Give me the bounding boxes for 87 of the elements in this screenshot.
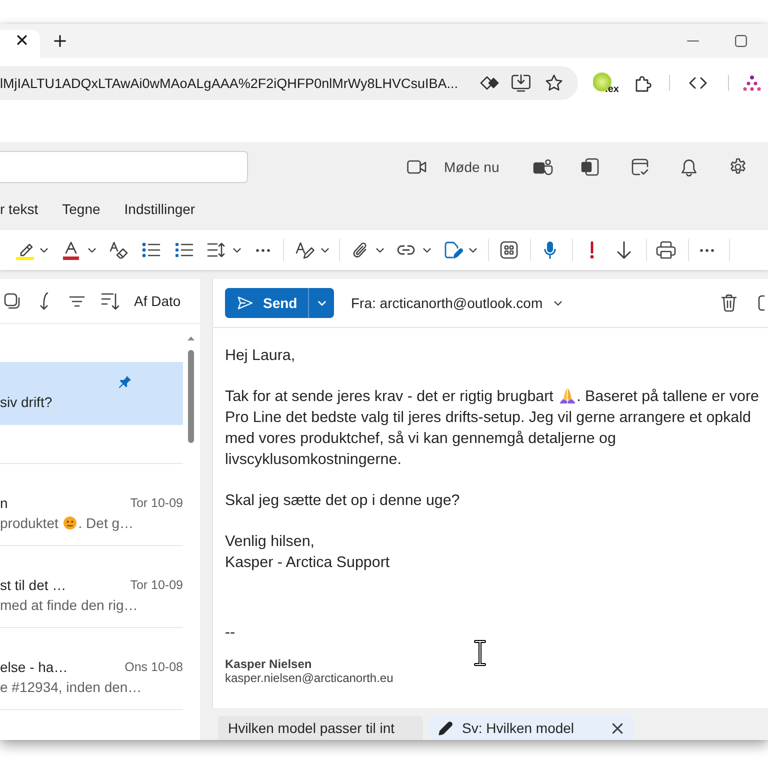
text-style-icon[interactable] (294, 241, 314, 259)
numbered-list-icon[interactable] (175, 242, 193, 258)
people-icon[interactable] (533, 158, 553, 176)
close-icon[interactable] (612, 722, 623, 734)
filter-icon[interactable] (69, 296, 85, 306)
send-icon[interactable] (237, 296, 253, 310)
chevron-down-icon[interactable] (469, 248, 477, 252)
sort-icon[interactable] (101, 292, 119, 310)
triangle-logo-icon[interactable] (742, 75, 762, 91)
apps-grid-icon[interactable] (500, 241, 518, 259)
ribbon-tab[interactable]: Indstillinger (124, 197, 196, 223)
message-subject: st til det … (0, 576, 66, 595)
chevron-down-icon[interactable] (233, 248, 241, 252)
chevron-down-icon[interactable] (40, 248, 48, 252)
text-cursor-icon (474, 640, 486, 666)
minimize-icon[interactable] (687, 40, 699, 42)
message-preview: med at finde den rig… (0, 596, 139, 615)
signature-email: kasper.nielsen@arcticanorth.eu (225, 671, 394, 685)
pencil-icon (438, 720, 453, 736)
message-subject: else - ha… (0, 658, 68, 677)
paperclip-icon[interactable] (353, 241, 367, 259)
sender-dropdown[interactable]: Fra: arcticanorth@outlook.com (351, 295, 562, 311)
folded-hands-emoji-icon (558, 386, 576, 404)
more-icon[interactable] (700, 248, 714, 252)
chevron-down-icon[interactable] (554, 300, 562, 306)
bell-icon[interactable] (681, 158, 697, 176)
code-icon[interactable] (689, 77, 707, 89)
clear-formatting-icon[interactable] (108, 241, 128, 259)
face-emoji-icon (63, 516, 78, 530)
diamond-icon[interactable] (480, 76, 498, 90)
monitor-download-icon[interactable] (511, 74, 531, 92)
document-pen-icon[interactable] (444, 241, 462, 259)
close-icon[interactable] (17, 35, 27, 45)
chevron-down-icon[interactable] (423, 248, 431, 252)
message-preview: produktet . Det g… (0, 514, 135, 533)
printer-icon[interactable] (656, 241, 676, 259)
message-paragraph: Skal jeg sætte det op i denne uge? (225, 490, 461, 510)
new-tab-icon[interactable] (54, 35, 66, 47)
message-time: Tor 10-09 (130, 577, 183, 594)
browser-tab[interactable] (0, 30, 40, 58)
signature-name: Kasper Nielsen (225, 657, 313, 671)
message-preview: e #12934, inden den… (0, 678, 143, 697)
square-icon[interactable] (4, 293, 20, 309)
settings-icon[interactable] (729, 158, 747, 176)
signature-separator: -- (225, 622, 236, 642)
chevron-down-icon[interactable] (376, 248, 384, 252)
star-icon[interactable] (545, 74, 563, 92)
puzzle-icon[interactable] (634, 74, 652, 92)
arrow-down-icon[interactable] (39, 292, 49, 310)
line-spacing-icon[interactable] (207, 242, 225, 258)
message-time: Tor 10-09 (130, 495, 183, 512)
microphone-icon[interactable] (544, 241, 556, 259)
message-time: Ons 10-08 (124, 659, 183, 676)
square-outline-icon[interactable] (758, 295, 764, 311)
chevron-down-icon[interactable] (321, 248, 329, 252)
scrollbar-thumb[interactable] (188, 350, 194, 443)
more-icon[interactable] (256, 248, 270, 252)
bullet-list-icon[interactable] (142, 242, 160, 258)
ribbon-tab[interactable]: r tekst (0, 197, 38, 223)
message-subject: n (0, 494, 8, 513)
search-field[interactable] (0, 151, 248, 183)
ribbon-tab[interactable]: Tegne (62, 197, 100, 223)
message-paragraph: Hej Laura, (225, 346, 296, 366)
draft-tab[interactable]: Sv: Hvilken model (429, 716, 634, 740)
calendar-check-icon[interactable] (631, 158, 649, 176)
send-options-button[interactable] (308, 288, 334, 318)
font-color-icon[interactable] (63, 240, 79, 260)
message-subject: siv drift? (0, 393, 52, 412)
arrow-down-icon[interactable] (617, 241, 631, 259)
notebook-icon[interactable] (581, 158, 599, 176)
send-button[interactable]: Send (225, 288, 308, 318)
message-item[interactable]: siv drift? (0, 362, 183, 425)
message-item[interactable]: else - ha… Ons 10-08 e #12934, inden den… (0, 627, 183, 710)
maximize-icon[interactable] (735, 35, 747, 47)
draft-tab[interactable]: Hvilken model passer til int (218, 716, 423, 740)
link-icon[interactable] (397, 245, 415, 255)
message-paragraph: Venlig hilsen, Kasper - Arctica Support (225, 532, 391, 572)
meet-now-button[interactable]: Møde nu (401, 151, 506, 183)
message-paragraph: Tak for at sende jeres krav - det er rigtig brugbart . Baseret på tallene er vore Pro Line det bedste valg til jeres drifts-setup. Jeg vil gerne arrangere et opkald med vores produktchef, så vi kan gennemgå detaljerne og livscyklusomkostningerne. (225, 386, 760, 470)
exclamation-icon[interactable] (589, 241, 595, 259)
scroll-up-icon[interactable] (187, 336, 195, 341)
delete-icon[interactable] (721, 294, 737, 312)
chevron-down-icon[interactable] (88, 248, 96, 252)
address-bar[interactable]: lMjIALTU1ADQxLTAwAi0wMAoALgAAA%2F2iQHFP0nlMrWy8LHVCsuIBA... (0, 66, 578, 100)
extension-button[interactable]: .ex (593, 71, 619, 95)
video-camera-icon[interactable] (407, 160, 427, 174)
sort-button[interactable]: Af Dato (134, 293, 181, 309)
